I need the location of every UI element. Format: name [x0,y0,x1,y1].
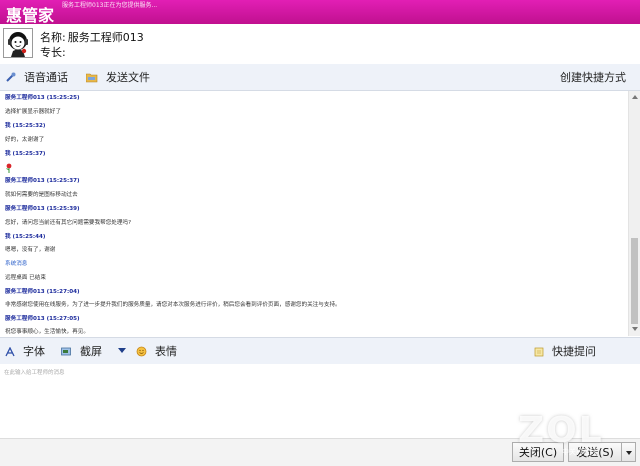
folder-icon [85,73,98,83]
font-label: 字体 [23,345,45,358]
flower-emoji-icon [6,163,12,173]
message-text: 祝您事事顺心，生活愉快，再见。 [5,329,89,335]
send-file-label: 发送文件 [106,71,150,84]
font-icon [5,346,15,357]
window-title: 服务工程师013正在为您提供服务... [62,2,158,9]
name-label: 名称: [40,31,66,44]
screenshot-label: 截屏 [80,345,102,358]
message-text: 远程桌面 已结束 [5,275,46,281]
quick-question-button[interactable]: 快捷提问 [534,343,596,359]
font-button[interactable]: 字体 [5,343,45,359]
scroll-up-arrow-icon[interactable] [632,95,638,99]
message-header: 服务工程师013 (15:27:05) [5,316,80,322]
avatar [3,28,33,58]
profile-specialty: 专长: [38,44,68,60]
scroll-down-arrow-icon[interactable] [632,327,638,331]
message-header: 服务工程师013 (15:25:39) [5,206,80,212]
engineer-avatar-icon [8,32,28,57]
message-emoji [5,163,13,175]
quick-question-label: 快捷提问 [552,345,596,358]
emoji-label: 表情 [155,345,177,358]
message-header: 我 (15:25:44) [5,234,46,240]
screenshot-icon [61,347,71,356]
system-message-label: 系统消息 [5,261,28,267]
message-header: 服务工程师013 (15:27:04) [5,289,80,295]
zol-watermark-subtitle: 中关村在线 [562,448,597,456]
message-text: 选择扩展显示器就好了 [5,109,61,115]
message-header: 我 (15:25:37) [5,151,46,157]
profile-name: 名称: 服务工程师013 [38,29,144,45]
microphone-icon [6,72,16,82]
app-logo: 惠管家 [6,6,55,25]
message-text: 您好，请问您当前还有其它问题需要我帮您处理吗? [5,220,132,226]
message-text: 嗯嗯，没有了，谢谢 [5,247,56,253]
chevron-down-icon [118,348,126,353]
chat-scrollbar[interactable] [628,91,640,336]
voice-call-label: 语音通话 [24,71,68,84]
message-header: 服务工程师013 (15:25:37) [5,178,80,184]
specialty-label: 专长: [40,46,66,59]
message-header: 我 (15:25:32) [5,123,46,129]
message-text: 非常感谢您使用在线服务，为了进一步提升我们的服务质量，请您对本次服务进行评价，稍… [5,302,341,308]
send-options-dropdown[interactable] [621,442,636,462]
scrollbar-thumb[interactable] [631,238,638,324]
chevron-down-icon [625,451,632,455]
create-shortcut-button[interactable]: 创建快捷方式 [560,69,626,85]
screenshot-button[interactable]: 截屏 [61,343,102,359]
profile-panel: 名称: 服务工程师013 专长: [0,24,640,65]
screenshot-options-dropdown[interactable] [117,343,135,356]
note-icon [534,347,544,357]
create-shortcut-label: 创建快捷方式 [560,71,626,84]
chat-toolbar: 语音通话 发送文件 创建快捷方式 [0,64,640,91]
message-text: 好的，太谢谢了 [5,137,45,143]
input-toolbar: 字体 截屏 表情 快捷提问 [0,337,640,365]
voice-call-button[interactable]: 语音通话 [5,69,68,85]
title-bar: 惠管家 服务工程师013正在为您提供服务... [0,0,640,25]
message-text: 就如何需要的是图标移动过去 [5,192,78,198]
send-file-button[interactable]: 发送文件 [85,69,150,85]
zol-watermark: ZOL [518,410,604,451]
chat-history: 服务工程师013 (15:25:25) 选择扩展显示器就好了 我 (15:25:… [0,91,628,336]
name-value: 服务工程师013 [67,31,144,44]
message-header: 服务工程师013 (15:25:25) [5,95,80,101]
message-input-placeholder: 在此输入给工程师的消息 [4,370,65,376]
emoji-button[interactable]: 表情 [136,343,177,359]
smiley-icon [136,346,147,357]
